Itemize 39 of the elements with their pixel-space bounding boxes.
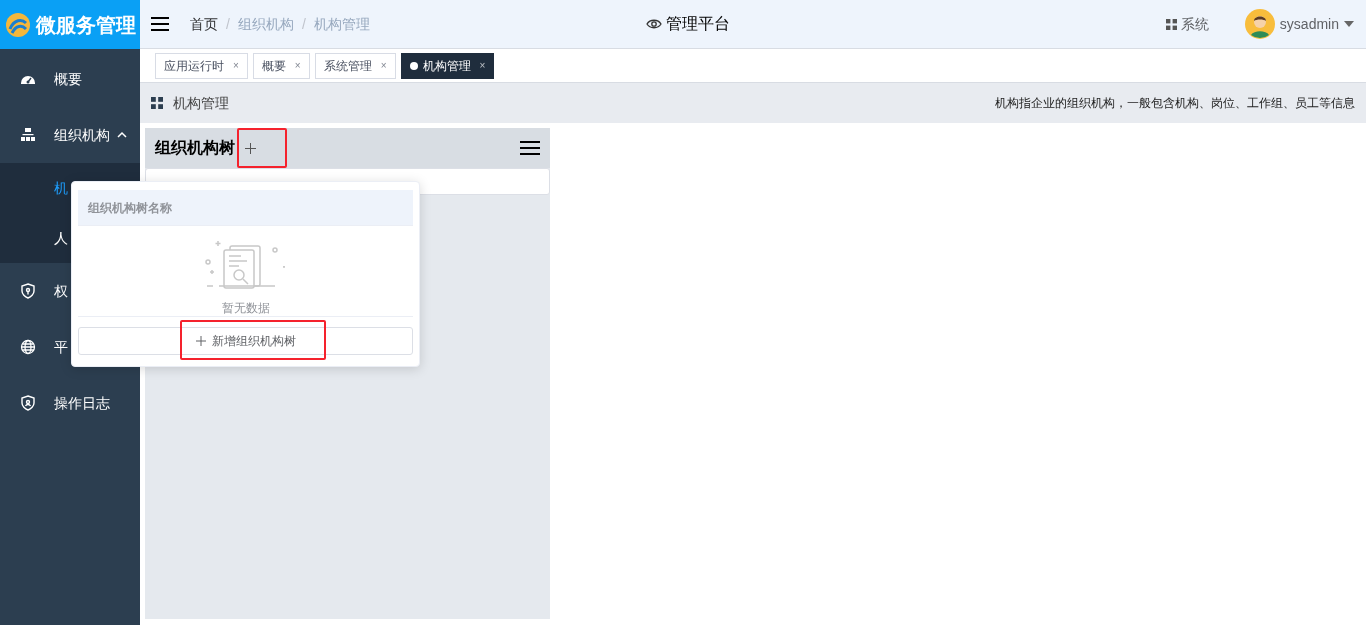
globe-icon (20, 339, 36, 355)
page-description: 机构指企业的组织机构，一般包含机构、岗位、工作组、员工等信息 (995, 95, 1355, 112)
add-tree-button[interactable]: 新增组织机构树 (78, 327, 413, 355)
nav-item[interactable]: 权 (0, 263, 140, 319)
shield-icon (20, 283, 36, 299)
tree-panel-title: 组织机构树 (155, 138, 235, 158)
empty-document-icon (204, 240, 287, 292)
logo-icon (4, 10, 32, 39)
page-title: 机构管理 (173, 93, 229, 113)
menu-icon[interactable] (150, 14, 170, 34)
close-icon[interactable]: × (294, 58, 301, 73)
plus-icon (195, 336, 206, 346)
shield-icon (20, 395, 36, 411)
breadcrumb-link[interactable]: 首页 (190, 13, 218, 35)
grid-icon (151, 97, 163, 109)
grid-icon (1165, 18, 1177, 30)
system-menu[interactable]: 系统 (1165, 13, 1209, 35)
platform-title: 管理平台 (665, 14, 730, 34)
close-icon[interactable]: × (233, 58, 239, 73)
tab[interactable]: 应用运行时 × (155, 52, 248, 79)
empty-text: 暂无数据 (221, 300, 270, 316)
menu-icon[interactable] (520, 140, 540, 156)
user-menu[interactable]: sysadmin (1244, 9, 1354, 39)
breadcrumb-separator: / (226, 14, 230, 34)
close-icon[interactable]: × (479, 58, 486, 73)
caret-icon (1344, 21, 1354, 27)
plus-icon[interactable] (245, 142, 256, 154)
breadcrumb-separator: / (301, 14, 306, 34)
nav-item[interactable]: 组织机构 (0, 107, 140, 163)
tab[interactable]: 系统管理 × (314, 52, 396, 79)
avatar-icon (1244, 9, 1275, 39)
hierarchy-icon (20, 127, 36, 143)
tab[interactable]: 概要 × (252, 52, 310, 79)
nav-item[interactable]: 操作日志 (0, 375, 140, 431)
close-icon[interactable]: × (380, 58, 387, 73)
column-header: 组织机构树名称 (78, 190, 413, 226)
app-title: 微服务管理 (36, 12, 136, 38)
nav-item[interactable]: 概要 (0, 51, 140, 107)
tab[interactable]: 机构管理 × (400, 52, 495, 79)
